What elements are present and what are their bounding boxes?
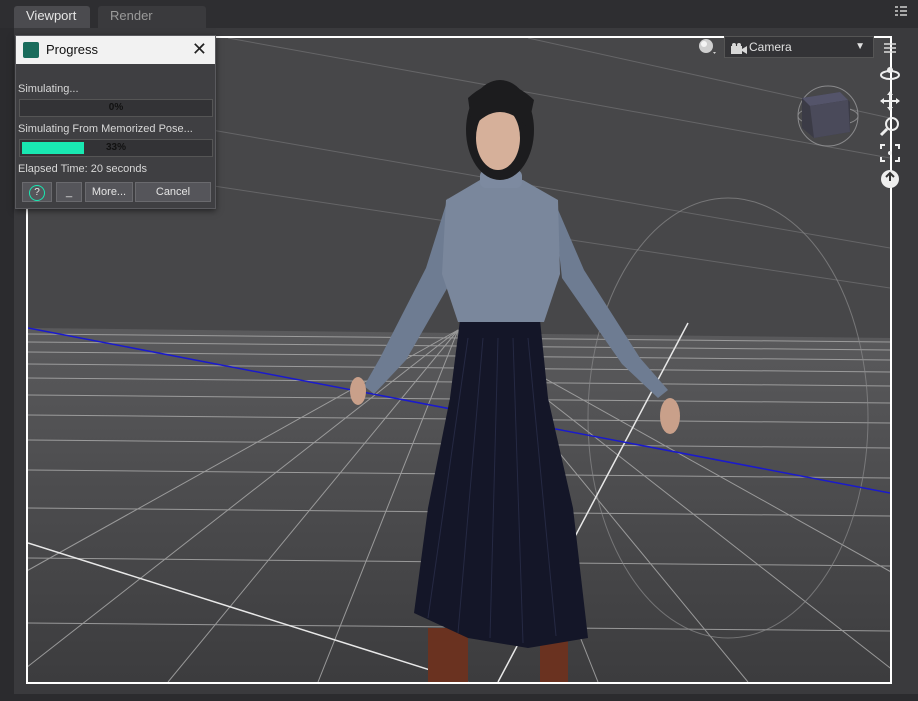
minimize-button[interactable]: _ [56,182,82,202]
progress-percent-primary: 0% [108,102,124,113]
camera-label: Camera [749,40,792,54]
app-logo-icon [23,42,39,58]
camera-select[interactable]: Camera ▼ [724,36,874,58]
close-icon[interactable]: ✕ [192,39,207,60]
sphere-shading-icon[interactable] [696,36,720,58]
reset-icon[interactable] [878,168,902,190]
dialog-titlebar[interactable]: Progress ✕ [16,36,215,64]
tab-bar: Viewport Render Library [0,0,918,43]
progress-dialog: Progress ✕ Simulating... 0% Simulating F… [15,35,216,209]
tab-viewport[interactable]: Viewport [14,6,90,28]
dialog-title: Progress [46,42,99,57]
zoom-icon[interactable] [878,116,902,138]
pan-icon[interactable] [878,90,902,112]
panel-options-icon[interactable] [878,38,902,60]
help-button[interactable]: ? [22,182,52,202]
frame-icon[interactable] [878,142,902,164]
chevron-down-icon: ▼ [855,41,865,52]
camera-icon [731,41,747,61]
navigation-cube[interactable] [790,80,860,150]
tab-render-library[interactable]: Render Library [98,6,206,43]
elapsed-time: Elapsed Time: 20 seconds [18,163,148,175]
status-text-primary: Simulating... [18,83,79,95]
progress-percent-secondary: 33% [105,142,126,153]
more-button[interactable]: More... [85,182,133,202]
progress-bar-primary: 0% [19,99,213,117]
panel-menu-icon[interactable] [894,6,908,21]
status-text-secondary: Simulating From Memorized Pose... [18,123,193,135]
help-icon: ? [29,185,45,201]
cancel-button[interactable]: Cancel [135,182,211,202]
progress-bar-secondary: 33% [19,139,213,157]
orbit-icon[interactable] [878,64,902,86]
